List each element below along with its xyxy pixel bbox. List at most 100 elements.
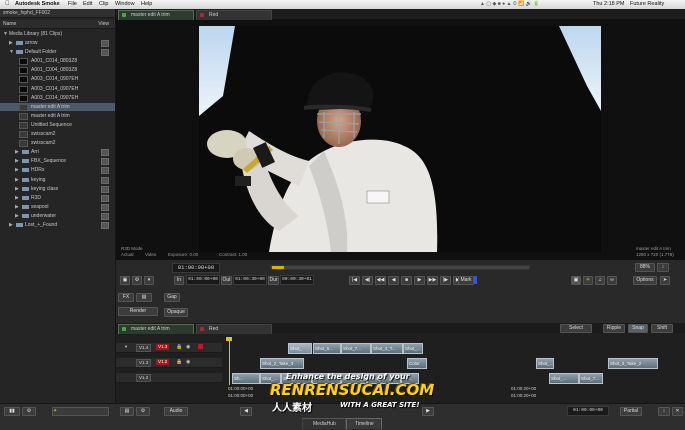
menu-window[interactable]: Window xyxy=(115,1,135,7)
color-icon-button[interactable]: ☀ xyxy=(583,276,593,285)
in-timecode[interactable]: 01:00:00+00 xyxy=(186,275,220,285)
expand-arrow-icon[interactable]: ▶ xyxy=(9,40,13,46)
bottom-left-toggle[interactable]: ▮▮ xyxy=(4,407,20,416)
timeline-clip[interactable]: Shot_... xyxy=(549,373,579,384)
view-toggle-checkbox[interactable] xyxy=(101,167,109,175)
timeline-tab-red[interactable]: Red xyxy=(196,324,272,334)
menu-file[interactable]: File xyxy=(68,1,77,7)
view-toggle-checkbox[interactable] xyxy=(101,185,109,193)
render-dropdown[interactable]: Render xyxy=(118,307,158,316)
timecode-display[interactable]: 01:00:00+00 xyxy=(172,263,220,273)
ripple-button[interactable]: Ripple xyxy=(603,324,625,333)
out-label-button[interactable]: Out xyxy=(221,276,232,285)
view-toggle-checkbox[interactable] xyxy=(101,194,109,202)
apple-icon[interactable]:  xyxy=(5,1,10,7)
gap-button[interactable]: Gap xyxy=(164,293,180,302)
pointer-tool-button[interactable]: ➤ xyxy=(660,276,670,285)
timeline-clip[interactable]: Shot_4_T... xyxy=(371,343,403,354)
library-item-folder[interactable]: ▶ Lost_+_Found xyxy=(0,221,115,229)
next-edit-button[interactable]: |▶ xyxy=(440,276,451,285)
expand-arrow-icon[interactable]: ▶ xyxy=(15,177,19,183)
track-lock-icon[interactable]: 🔒 xyxy=(176,344,182,350)
viewer-tab-red[interactable]: Red xyxy=(196,10,272,20)
view-toggle-checkbox[interactable] xyxy=(101,212,109,220)
fx-button[interactable]: FX xyxy=(118,293,134,302)
timeline-clip[interactable]: Sh... xyxy=(232,373,260,384)
partial-dropdown[interactable]: Partial xyxy=(620,407,642,416)
expand-arrow-icon[interactable]: ▼ xyxy=(3,31,8,37)
step-back-button[interactable]: ◀◀ xyxy=(375,276,386,285)
library-item-clip[interactable]: A001_C004_0803Z8 xyxy=(0,66,115,75)
timeline-tab-master-edit[interactable]: master edit A trim xyxy=(118,324,194,334)
library-item-folder[interactable]: ▶ underwater xyxy=(0,212,115,220)
app-name-menu[interactable]: Autodesk Smoke xyxy=(15,1,60,7)
shift-button[interactable]: Shift xyxy=(651,324,673,333)
library-item-folder[interactable]: ▶ FBX_Sequence xyxy=(0,157,115,166)
menu-edit[interactable]: Edit xyxy=(83,1,92,7)
library-item-clip[interactable]: A003_C014_0907EH xyxy=(0,85,115,93)
view-toggle-checkbox[interactable] xyxy=(101,149,109,157)
expand-arrow-icon[interactable]: ▶ xyxy=(9,222,13,228)
expand-arrow-icon[interactable]: ▶ xyxy=(15,186,19,192)
library-item-folder[interactable]: ▶ Arri xyxy=(0,148,115,157)
scrub-bar[interactable] xyxy=(270,265,530,270)
track-patch-badge[interactable]: V1.3 xyxy=(156,344,170,350)
track-patch-badge[interactable]: V1.2 xyxy=(156,359,170,365)
viewer-layout-button[interactable]: ▣ xyxy=(120,276,130,285)
library-item-folder[interactable]: ▶ keying xyxy=(0,176,115,184)
bottom-settings-button[interactable]: ⚙ xyxy=(22,407,36,416)
step-forward-button[interactable]: ▶▶ xyxy=(427,276,438,285)
audio-dropdown[interactable]: Audio xyxy=(164,407,188,416)
opaque-dropdown[interactable]: Opaque xyxy=(164,308,188,317)
playhead-handle[interactable] xyxy=(226,337,232,341)
viewer-settings-button[interactable]: ⚙ xyxy=(132,276,142,285)
bottom-last-button[interactable]: ✕ xyxy=(672,407,683,416)
track-header-v13[interactable]: V1.3 V1.2 🔒 ◉ xyxy=(116,358,222,368)
stop-button[interactable]: ■ xyxy=(401,276,412,285)
out-timecode[interactable]: 01:00:30+00 xyxy=(233,275,267,285)
timeline-clip[interactable]: Color xyxy=(407,358,427,369)
library-item-clip[interactable]: A003_C014_0907EH xyxy=(0,94,115,102)
fx-picture-button[interactable]: ▤ xyxy=(136,293,152,302)
library-item-clip[interactable]: A003_C014_0907EH xyxy=(0,75,115,84)
library-item-folder[interactable]: ▶ seapool xyxy=(0,203,115,211)
menu-help[interactable]: Help xyxy=(141,1,152,7)
timeline-clip[interactable]: Shot_2_Take_3 xyxy=(260,358,304,369)
expand-arrow-icon[interactable]: ▼ xyxy=(9,49,14,55)
view-toggle-checkbox[interactable] xyxy=(101,49,109,57)
view-toggle-checkbox[interactable] xyxy=(101,222,109,229)
timeline-prev-button[interactable]: ◀ xyxy=(240,407,252,416)
render-icon-button[interactable]: ▣ xyxy=(571,276,581,285)
link-icon-button[interactable]: ∞ xyxy=(607,276,617,285)
library-item-folder[interactable]: ▼ Default Folder xyxy=(0,48,115,57)
timeline-clip[interactable]: Shot_... xyxy=(403,343,423,354)
dur-timecode[interactable]: 00:00:30+01 xyxy=(280,275,314,285)
dur-label-button[interactable]: Dur xyxy=(268,276,279,285)
viewer-option-button[interactable]: ▾ xyxy=(144,276,154,285)
expand-arrow-icon[interactable]: ▶ xyxy=(15,195,19,201)
track-record-icon[interactable] xyxy=(198,344,203,349)
library-item-folder[interactable]: ▶ R3D xyxy=(0,194,115,202)
timeline-clip[interactable]: Shot_ xyxy=(288,343,312,354)
view-toggle-checkbox[interactable] xyxy=(101,176,109,184)
timeline-layout-button[interactable]: ▤ xyxy=(120,407,134,416)
play-reverse-button[interactable]: ◀ xyxy=(388,276,399,285)
media-library-root[interactable]: ▼ Media Library (81 Clips) xyxy=(0,30,115,38)
expand-arrow-icon[interactable]: ▶ xyxy=(15,213,19,219)
snap-button[interactable]: Snap xyxy=(628,324,648,333)
library-item-seq[interactable]: swisscam2 xyxy=(0,139,115,148)
library-item-folder[interactable]: ▶ keying class xyxy=(0,185,115,193)
view-column-header[interactable]: View xyxy=(98,21,109,27)
go-to-start-button[interactable]: |◀ xyxy=(349,276,360,285)
play-button[interactable]: ▶ xyxy=(414,276,425,285)
timeline-settings-button[interactable]: ⚙ xyxy=(136,407,150,416)
view-toggle-checkbox[interactable] xyxy=(101,40,109,47)
timeline-clip[interactable]: Shot_7... xyxy=(579,373,603,384)
menubar-user[interactable]: Future Reality xyxy=(630,1,664,7)
timeline-next-button[interactable]: ▶ xyxy=(422,407,434,416)
library-item-seq[interactable]: swisscam2 xyxy=(0,130,115,138)
bottom-timecode[interactable]: 01:00:00+00 xyxy=(567,406,609,416)
track-lock-icon[interactable]: 🔒 xyxy=(176,359,182,365)
library-item-seq[interactable]: master edit A trim xyxy=(0,112,115,120)
view-toggle-checkbox[interactable] xyxy=(101,158,109,166)
